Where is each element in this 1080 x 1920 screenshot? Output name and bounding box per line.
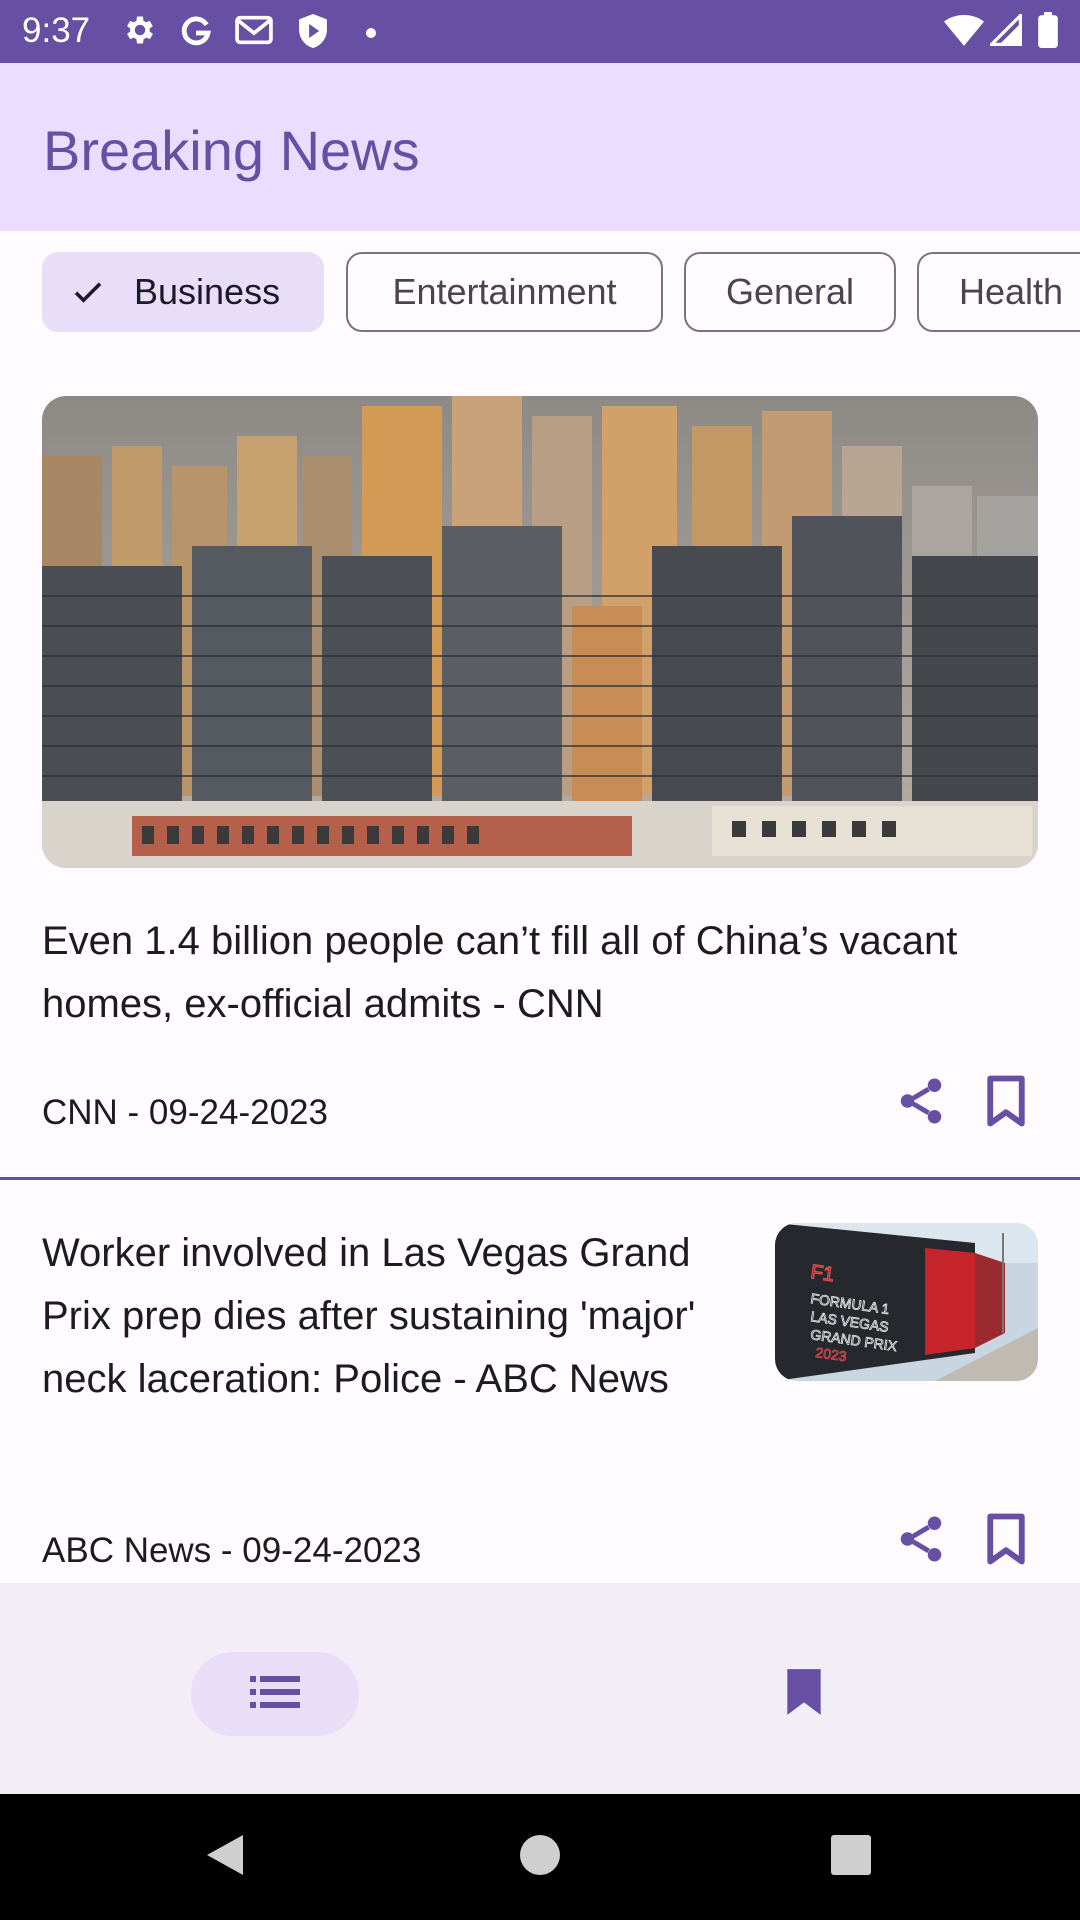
chip-label: Business — [134, 271, 281, 312]
bookmark-filled-icon — [783, 1667, 825, 1722]
status-bar: 9:37 — [0, 0, 1080, 63]
category-filter-row: Business Entertainment General Health — [0, 252, 1080, 336]
battery-icon — [1038, 12, 1058, 53]
chip-label: Health — [959, 271, 1064, 312]
nav-item-news[interactable] — [191, 1652, 359, 1736]
article-image[interactable] — [42, 396, 1038, 868]
play-protect-icon — [296, 12, 330, 55]
page-title: Breaking News — [43, 119, 420, 182]
system-navigation-bar — [0, 1794, 1080, 1920]
bottom-navigation-bar — [0, 1583, 1080, 1794]
signal-icon — [987, 11, 1022, 51]
svg-text:F1: F1 — [809, 1261, 835, 1286]
top-app-bar: Breaking News — [0, 63, 1080, 231]
wifi-icon — [944, 14, 984, 51]
home-icon — [518, 1833, 562, 1882]
formula-1-las-vegas-grand-prix-banner-photo: F1 FORMULA 1 LAS VEGAS GRAND PRIX 2023 — [775, 1223, 1038, 1381]
dot-icon — [365, 26, 377, 44]
back-icon — [203, 1831, 247, 1884]
chip-label: Entertainment — [392, 271, 617, 312]
apartment-towers-photo — [42, 396, 1038, 868]
chip-entertainment[interactable]: Entertainment — [346, 252, 663, 332]
google-icon — [178, 12, 214, 53]
status-time: 9:37 — [22, 11, 91, 50]
gear-icon — [122, 12, 158, 53]
share-button[interactable] — [889, 1509, 953, 1573]
bookmark-button[interactable] — [974, 1509, 1038, 1573]
list-icon — [250, 1672, 300, 1717]
bookmark-outline-icon — [982, 1074, 1030, 1133]
gmail-icon — [234, 12, 274, 53]
bookmark-outline-icon — [982, 1512, 1030, 1571]
chip-label: General — [725, 271, 855, 312]
bookmark-button[interactable] — [974, 1071, 1038, 1135]
chip-business[interactable]: Business — [42, 252, 324, 332]
recents-button[interactable] — [826, 1832, 876, 1882]
share-icon — [894, 1074, 948, 1133]
nav-item-saved[interactable] — [762, 1652, 846, 1736]
chip-general[interactable]: General — [684, 252, 896, 332]
article-thumbnail[interactable]: F1 FORMULA 1 LAS VEGAS GRAND PRIX 2023 — [775, 1223, 1038, 1381]
article-divider — [0, 1177, 1080, 1180]
article-headline[interactable]: Worker involved in Las Vegas Grand Prix … — [42, 1222, 742, 1411]
article-headline[interactable]: Even 1.4 billion people can’t fill all o… — [42, 910, 1042, 1036]
check-icon — [70, 274, 106, 310]
chip-health[interactable]: Health — [917, 252, 1080, 332]
article-source-date: ABC News - 09-24-2023 — [42, 1531, 422, 1570]
back-button[interactable] — [200, 1832, 250, 1882]
home-button[interactable] — [515, 1832, 565, 1882]
share-icon — [894, 1512, 948, 1571]
share-button[interactable] — [889, 1071, 953, 1135]
article-source-date: CNN - 09-24-2023 — [42, 1093, 328, 1132]
recents-icon — [830, 1834, 872, 1881]
